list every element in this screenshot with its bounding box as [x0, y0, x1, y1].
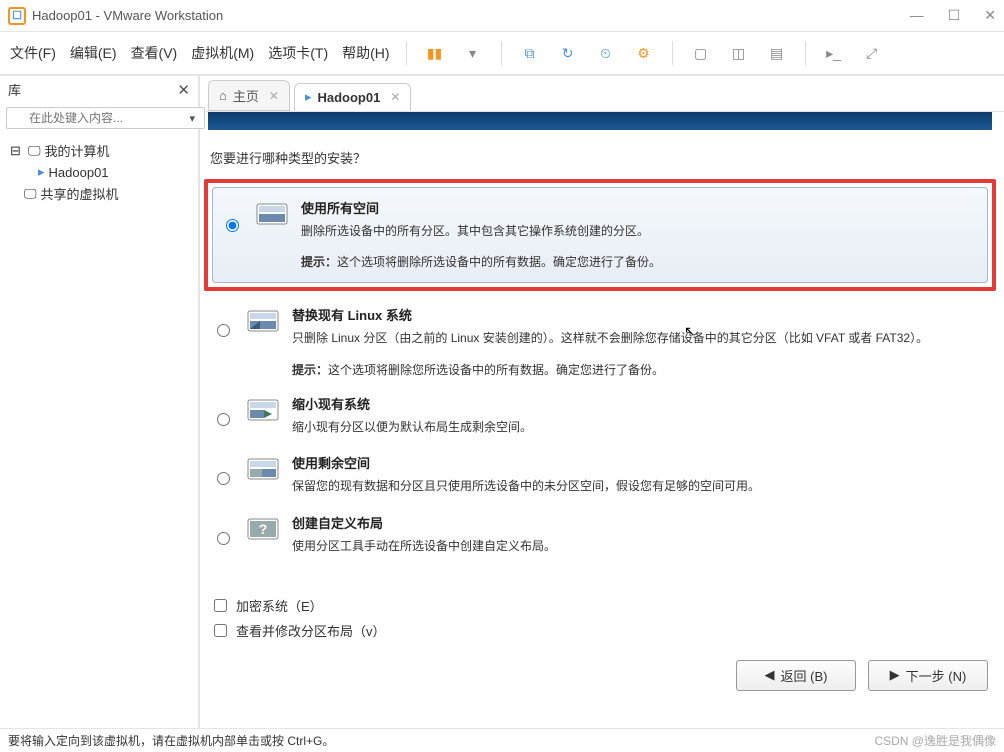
option-title: 使用剩余空间: [292, 453, 984, 472]
option-desc: 删除所选设备中的所有分区。其中包含其它操作系统创建的分区。: [301, 221, 975, 241]
vm-console[interactable]: 您要进行哪种类型的安装？ 使用所有空间 删除所选设备中的所有分区。其中包含其它操…: [200, 112, 1004, 728]
library-search-input[interactable]: [6, 107, 205, 129]
tree-vm-hadoop01[interactable]: ▸ Hadoop01: [4, 162, 194, 182]
disk-free-icon: [246, 453, 280, 487]
view-unity-icon[interactable]: ▤: [765, 41, 789, 65]
snapshot-icon[interactable]: ⧉: [518, 41, 542, 65]
option-free-space[interactable]: 使用剩余空间 保留您的现有数据和分区且只使用所选设备中的未分区空间，假设您有足够…: [204, 447, 996, 506]
tab-hadoop01[interactable]: ▸ Hadoop01 ✕: [294, 83, 411, 111]
menubar: 文件(F) 编辑(E) 查看(V) 虚拟机(M) 选项卡(T) 帮助(H) ▮▮…: [0, 32, 1004, 76]
disk-replace-icon: [246, 305, 280, 339]
svg-text:?: ?: [259, 521, 268, 537]
tree-shared-vms[interactable]: 🖵 共享的虚拟机: [4, 182, 194, 205]
view-split-icon[interactable]: ◫: [727, 41, 751, 65]
status-bar: 要将输入定向到该虚拟机，请在虚拟机内部单击或按 Ctrl+G。 CSDN @逸胜…: [0, 728, 1004, 752]
option-title: 使用所有空间: [301, 198, 975, 217]
radio-custom-layout[interactable]: [217, 532, 230, 545]
status-text: 要将输入定向到该虚拟机，请在虚拟机内部单击或按 Ctrl+G。: [8, 732, 334, 749]
close-button[interactable]: ✕: [984, 7, 996, 24]
option-hint: 提示：这个选项将删除您所选设备中的所有数据。确定您进行了备份。: [292, 361, 984, 378]
option-replace-linux[interactable]: 替换现有 Linux 系统 只删除 Linux 分区（由之前的 Linux 安装…: [204, 299, 996, 387]
radio-shrink[interactable]: [217, 413, 230, 426]
radio-replace-linux[interactable]: [217, 324, 230, 337]
close-tab-icon[interactable]: ✕: [390, 90, 400, 104]
sidebar-close-icon[interactable]: ✕: [177, 81, 190, 99]
view-single-icon[interactable]: ▢: [689, 41, 713, 65]
menu-edit[interactable]: 编辑(E): [70, 43, 117, 63]
menu-tabs[interactable]: 选项卡(T): [268, 43, 328, 63]
option-title: 创建自定义布局: [292, 513, 984, 532]
next-button[interactable]: ▶下一步 (N): [868, 660, 988, 691]
snapshot-manager-icon[interactable]: ⏲: [594, 41, 618, 65]
disk-custom-icon: ?: [246, 513, 280, 547]
revert-icon[interactable]: ↻: [556, 41, 580, 65]
vm-icon: ▸: [38, 164, 45, 180]
library-sidebar: 库 ✕ ⊟ 🖵 我的计算机 ▸ Hadoop01 🖵 共享的虚拟机: [0, 76, 200, 728]
monitor-icon: 🖵: [28, 143, 41, 159]
option-desc: 使用分区工具手动在所选设备中创建自定义布局。: [292, 536, 984, 556]
collapse-icon: ⊟: [10, 143, 24, 159]
close-tab-icon[interactable]: ✕: [269, 89, 279, 103]
watermark-text: CSDN @逸胜是我偶像: [874, 732, 996, 749]
menu-view[interactable]: 查看(V): [131, 43, 178, 63]
option-shrink[interactable]: 缩小现有系统 缩小现有分区以便为默认布局生成剩余空间。: [204, 388, 996, 447]
fullscreen-icon[interactable]: ⤢: [860, 41, 884, 65]
option-desc: 只删除 Linux 分区（由之前的 Linux 安装创建的）。这样就不会删除您存…: [292, 328, 984, 348]
radio-use-all-space[interactable]: [226, 219, 239, 232]
shared-icon: 🖵: [24, 186, 37, 202]
disk-shrink-icon: [246, 394, 280, 428]
vm-tab-icon: ▸: [305, 89, 312, 105]
vmware-logo-icon: ☐: [8, 7, 26, 25]
home-icon: ⌂: [219, 88, 227, 103]
minimize-button[interactable]: —: [910, 7, 924, 24]
option-desc: 缩小现有分区以便为默认布局生成剩余空间。: [292, 417, 984, 437]
option-desc: 保留您的现有数据和分区且只使用所选设备中的未分区空间，假设您有足够的空间可用。: [292, 476, 984, 496]
window-title: Hadoop01 - VMware Workstation: [32, 8, 223, 23]
tab-home[interactable]: ⌂ 主页 ✕: [208, 80, 290, 111]
radio-free-space[interactable]: [217, 472, 230, 485]
option-title: 替换现有 Linux 系统: [292, 305, 984, 324]
menu-file[interactable]: 文件(F): [10, 43, 56, 63]
option-use-all-space[interactable]: 使用所有空间 删除所选设备中的所有分区。其中包含其它操作系统创建的分区。 提示：…: [212, 187, 988, 283]
tree-root-my-computer[interactable]: ⊟ 🖵 我的计算机: [4, 139, 194, 162]
back-button[interactable]: ◀返回 (B): [736, 660, 856, 691]
option-hint: 提示：这个选项将删除所选设备中的所有数据。确定您进行了备份。: [301, 253, 975, 270]
arrow-left-icon: ◀: [765, 667, 775, 683]
manage-icon[interactable]: ⚙: [632, 41, 656, 65]
dropdown-icon[interactable]: ▾: [461, 41, 485, 65]
pause-icon[interactable]: ▮▮: [423, 41, 447, 65]
tab-bar: ⌂ 主页 ✕ ▸ Hadoop01 ✕: [200, 76, 1004, 112]
checkbox-review-layout[interactable]: 查看并修改分区布局（v）: [210, 621, 996, 640]
sidebar-title: 库: [8, 80, 21, 99]
window-titlebar: ☐ Hadoop01 - VMware Workstation — ☐ ✕: [0, 0, 1004, 32]
menu-vm[interactable]: 虚拟机(M): [191, 43, 254, 63]
install-type-question: 您要进行哪种类型的安装？: [210, 148, 996, 167]
checkbox-encrypt-system[interactable]: 加密系统（E）: [210, 596, 996, 615]
disk-all-icon: [255, 198, 289, 232]
maximize-button[interactable]: ☐: [948, 7, 961, 24]
highlight-annotation: 使用所有空间 删除所选设备中的所有分区。其中包含其它操作系统创建的分区。 提示：…: [204, 179, 996, 291]
menu-help[interactable]: 帮助(H): [342, 43, 389, 63]
option-title: 缩小现有系统: [292, 394, 984, 413]
console-icon[interactable]: ▸_: [822, 41, 846, 65]
option-custom-layout[interactable]: ? 创建自定义布局 使用分区工具手动在所选设备中创建自定义布局。: [204, 507, 996, 566]
arrow-right-icon: ▶: [890, 667, 900, 683]
